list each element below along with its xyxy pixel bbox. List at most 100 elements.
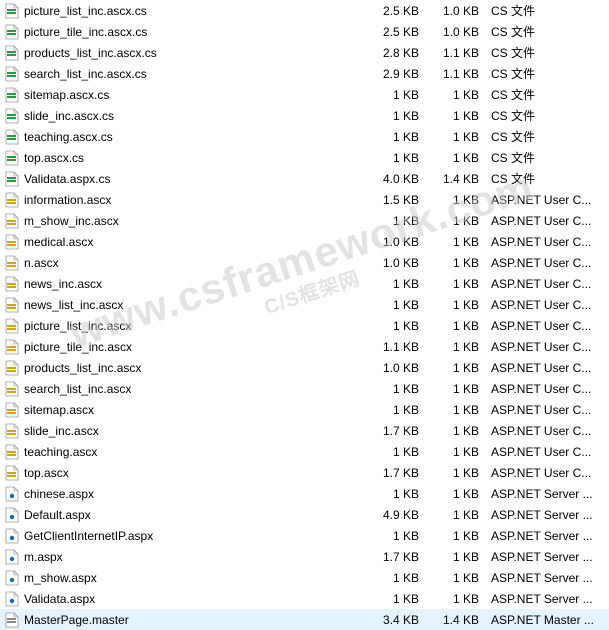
file-name-cell[interactable]: Validata.aspx.cs: [4, 171, 367, 187]
file-row[interactable]: news_list_inc.ascx1 KB1 KBASP.NET User C…: [0, 294, 609, 315]
file-name-cell[interactable]: search_list_inc.ascx: [4, 381, 367, 397]
file-row[interactable]: search_list_inc.ascx1 KB1 KBASP.NET User…: [0, 378, 609, 399]
ascx-file-icon: [4, 192, 20, 208]
ascx-file-icon: [4, 465, 20, 481]
file-size-1: 4.0 KB: [367, 172, 427, 186]
file-name-cell[interactable]: search_list_inc.ascx.cs: [4, 66, 367, 82]
file-row[interactable]: Validata.aspx1 KB1 KBASP.NET Server ...: [0, 588, 609, 609]
file-name: teaching.ascx.cs: [24, 130, 113, 144]
file-name-cell[interactable]: m.aspx: [4, 549, 367, 565]
file-name: slide_inc.ascx: [24, 424, 99, 438]
file-name-cell[interactable]: picture_list_inc.ascx: [4, 318, 367, 334]
file-type: ASP.NET User C...: [487, 277, 605, 291]
file-name: products_list_inc.ascx.cs: [24, 46, 157, 60]
file-size-2: 1 KB: [427, 214, 487, 228]
file-row[interactable]: MasterPage.master3.4 KB1.4 KBASP.NET Mas…: [0, 609, 609, 630]
file-row[interactable]: news_inc.ascx1 KB1 KBASP.NET User C...: [0, 273, 609, 294]
file-name-cell[interactable]: news_list_inc.ascx: [4, 297, 367, 313]
file-name: picture_list_inc.ascx.cs: [24, 4, 147, 18]
file-name-cell[interactable]: top.ascx: [4, 465, 367, 481]
file-row[interactable]: m.aspx1.7 KB1 KBASP.NET Server ...: [0, 546, 609, 567]
file-type: ASP.NET Server ...: [487, 508, 605, 522]
file-row[interactable]: m_show_inc.ascx1 KB1 KBASP.NET User C...: [0, 210, 609, 231]
file-type: CS 文件: [487, 170, 605, 187]
file-row[interactable]: sitemap.ascx.cs1 KB1 KBCS 文件: [0, 84, 609, 105]
file-name-cell[interactable]: medical.ascx: [4, 234, 367, 250]
file-type: CS 文件: [487, 23, 605, 40]
file-row[interactable]: m_show.aspx1 KB1 KBASP.NET Server ...: [0, 567, 609, 588]
file-row[interactable]: GetClientInternetIP.aspx1 KB1 KBASP.NET …: [0, 525, 609, 546]
file-name: Validata.aspx: [24, 592, 95, 606]
file-name: medical.ascx: [24, 235, 93, 249]
file-size-1: 1 KB: [367, 445, 427, 459]
file-name-cell[interactable]: picture_tile_inc.ascx: [4, 339, 367, 355]
file-row[interactable]: chinese.aspx1 KB1 KBASP.NET Server ...: [0, 483, 609, 504]
file-list[interactable]: picture_list_inc.ascx.cs 2.5 KB 1.0 KB CS 文…: [0, 0, 609, 630]
file-name-cell[interactable]: sitemap.ascx.cs: [4, 87, 367, 103]
file-name-cell[interactable]: GetClientInternetIP.aspx: [4, 528, 367, 544]
file-name-cell[interactable]: picture_list_inc.ascx.cs: [4, 3, 367, 19]
file-size-1: 1.0 KB: [367, 256, 427, 270]
file-name: GetClientInternetIP.aspx: [24, 529, 153, 543]
file-name-cell[interactable]: products_list_inc.ascx: [4, 360, 367, 376]
file-size-2: 1 KB: [427, 109, 487, 123]
file-name-cell[interactable]: chinese.aspx: [4, 486, 367, 502]
file-size-1: 1 KB: [367, 382, 427, 396]
file-name-cell[interactable]: sitemap.ascx: [4, 402, 367, 418]
file-name: MasterPage.master: [24, 613, 129, 627]
file-type: ASP.NET Server ...: [487, 592, 605, 606]
cs-file-icon: [4, 45, 20, 61]
file-name-cell[interactable]: top.ascx.cs: [4, 150, 367, 166]
file-size-1: 1 KB: [367, 487, 427, 501]
file-row[interactable]: picture_tile_inc.ascx1.1 KB1 KBASP.NET U…: [0, 336, 609, 357]
file-row[interactable]: information.ascx1.5 KB1 KBASP.NET User C…: [0, 189, 609, 210]
file-row[interactable]: n.ascx1.0 KB1 KBASP.NET User C...: [0, 252, 609, 273]
cs-file-icon: [4, 150, 20, 166]
file-row[interactable]: teaching.ascx1 KB1 KBASP.NET User C...: [0, 441, 609, 462]
file-size-1: 1 KB: [367, 298, 427, 312]
file-type: ASP.NET User C...: [487, 235, 605, 249]
file-row[interactable]: medical.ascx1.0 KB1 KBASP.NET User C...: [0, 231, 609, 252]
file-size-1: 2.5 KB: [367, 25, 427, 39]
file-name-cell[interactable]: news_inc.ascx: [4, 276, 367, 292]
file-name-cell[interactable]: Validata.aspx: [4, 591, 367, 607]
file-row[interactable]: search_list_inc.ascx.cs2.9 KB1.1 KBCS 文件: [0, 63, 609, 84]
file-row[interactable]: Default.aspx4.9 KB1 KBASP.NET Server ...: [0, 504, 609, 525]
file-name-cell[interactable]: information.ascx: [4, 192, 367, 208]
file-size-2: 1 KB: [427, 277, 487, 291]
file-row[interactable]: teaching.ascx.cs1 KB1 KBCS 文件: [0, 126, 609, 147]
aspx-file-icon: [4, 591, 20, 607]
file-name-cell[interactable]: MasterPage.master: [4, 612, 367, 628]
file-size-1: 1 KB: [367, 88, 427, 102]
file-type: ASP.NET User C...: [487, 319, 605, 333]
file-size-1: 1 KB: [367, 109, 427, 123]
file-name: n.ascx: [24, 256, 59, 270]
file-name-cell[interactable]: m_show_inc.ascx: [4, 213, 367, 229]
file-name-cell[interactable]: n.ascx: [4, 255, 367, 271]
file-row[interactable]: sitemap.ascx1 KB1 KBASP.NET User C...: [0, 399, 609, 420]
file-size-2: 1 KB: [427, 361, 487, 375]
file-name-cell[interactable]: slide_inc.ascx.cs: [4, 108, 367, 124]
file-row[interactable]: picture_list_inc.ascx.cs2.5 KB1.0 KBCS 文…: [0, 0, 609, 21]
file-row[interactable]: picture_list_inc.ascx1 KB1 KBASP.NET Use…: [0, 315, 609, 336]
file-type: ASP.NET Server ...: [487, 550, 605, 564]
file-row[interactable]: products_list_inc.ascx1.0 KB1 KBASP.NET …: [0, 357, 609, 378]
file-name-cell[interactable]: products_list_inc.ascx.cs: [4, 45, 367, 61]
file-name-cell[interactable]: m_show.aspx: [4, 570, 367, 586]
file-name-cell[interactable]: Default.aspx: [4, 507, 367, 523]
file-size-2: 1 KB: [427, 298, 487, 312]
file-row[interactable]: Validata.aspx.cs4.0 KB1.4 KBCS 文件: [0, 168, 609, 189]
file-name-cell[interactable]: teaching.ascx: [4, 444, 367, 460]
file-row[interactable]: top.ascx1.7 KB1 KBASP.NET User C...: [0, 462, 609, 483]
file-name-cell[interactable]: picture_tile_inc.ascx.cs: [4, 24, 367, 40]
file-size-2: 1.1 KB: [427, 67, 487, 81]
cs-file-icon: [4, 108, 20, 124]
file-row[interactable]: slide_inc.ascx.cs1 KB1 KBCS 文件: [0, 105, 609, 126]
file-name-cell[interactable]: slide_inc.ascx: [4, 423, 367, 439]
file-row[interactable]: picture_tile_inc.ascx.cs2.5 KB1.0 KBCS 文…: [0, 21, 609, 42]
file-row[interactable]: top.ascx.cs1 KB1 KBCS 文件: [0, 147, 609, 168]
file-row[interactable]: products_list_inc.ascx.cs2.8 KB1.1 KBCS …: [0, 42, 609, 63]
file-name-cell[interactable]: teaching.ascx.cs: [4, 129, 367, 145]
file-row[interactable]: slide_inc.ascx1.7 KB1 KBASP.NET User C..…: [0, 420, 609, 441]
file-size-1: 4.9 KB: [367, 508, 427, 522]
